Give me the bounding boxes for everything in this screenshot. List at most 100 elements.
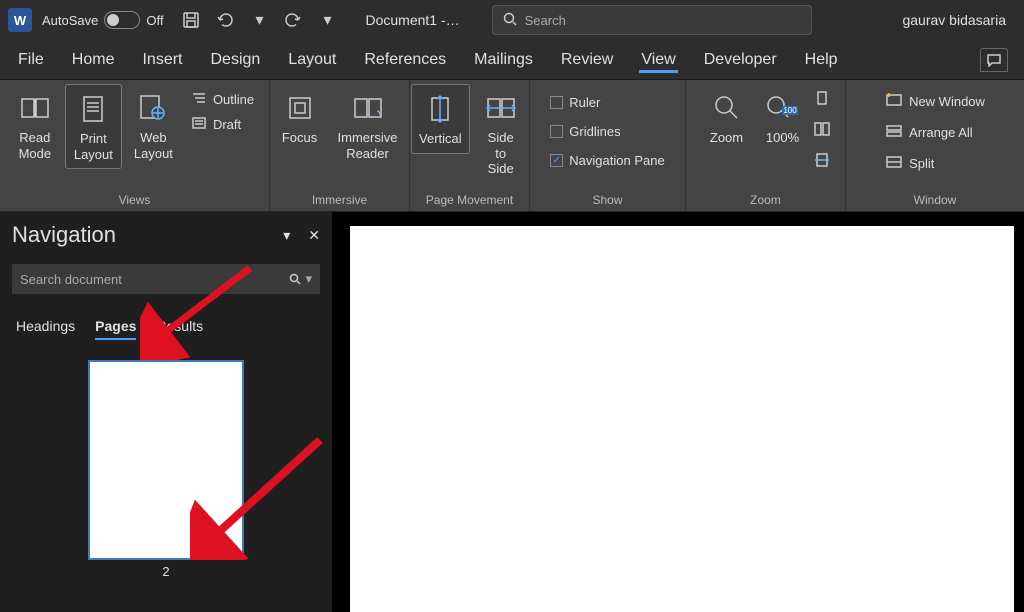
reader-icon [353,90,383,126]
toggle-switch-icon[interactable] [104,11,140,29]
one-page-icon[interactable] [813,90,831,111]
split-label: Split [909,156,934,171]
side-icon [486,90,516,126]
side-to-side-button[interactable]: Side to Side [474,84,528,183]
tab-design[interactable]: Design [208,47,262,73]
search-placeholder: Search [525,13,566,28]
main-area: Navigation ▾ ✕ Search document ▾ Heading… [0,212,1024,612]
page-icon [81,91,105,127]
ruler-label: Ruler [569,95,600,110]
svg-text:100: 100 [783,106,797,115]
tab-help[interactable]: Help [803,47,840,73]
save-icon[interactable] [181,10,201,30]
navigation-title: Navigation [12,222,116,248]
web-layout-button[interactable]: Web Layout [126,84,181,167]
new-window-button[interactable]: New Window [879,90,991,113]
draft-button[interactable]: Draft [185,113,260,136]
zoom-100-label: 100% [766,130,799,146]
search-box[interactable]: Search [492,5,812,35]
focus-button[interactable]: Focus [274,84,326,152]
chevron-down-icon[interactable]: ▾ [249,10,269,30]
window-group-label: Window [852,191,1018,209]
immersive-group-label: Immersive [276,191,403,209]
username-label: gaurav bidasaria [902,12,1016,28]
focus-icon [286,90,314,126]
page-width-icon[interactable] [813,152,831,173]
undo-icon[interactable] [215,10,235,30]
navigation-pane: Navigation ▾ ✕ Search document ▾ Heading… [0,212,332,612]
close-icon[interactable]: ✕ [308,227,320,244]
vertical-button[interactable]: Vertical [411,84,469,154]
split-icon [885,155,903,172]
chevron-down-icon[interactable]: ▾ [283,227,290,244]
page-thumbnail[interactable] [88,360,244,560]
chevron-down-icon[interactable]: ▾ [317,10,337,30]
nav-search-placeholder: Search document [20,272,122,287]
nav-tab-pages[interactable]: Pages [95,318,136,340]
print-layout-label: Print Layout [74,131,113,162]
nav-tabs: Headings Pages Results [12,318,320,340]
ribbon-group-window: New Window Arrange All Split Window [846,80,1024,211]
autosave-toggle[interactable]: AutoSave Off [42,11,163,29]
book-icon [20,90,50,126]
gridlines-checkbox[interactable]: Gridlines [544,121,670,142]
tab-home[interactable]: Home [70,47,117,73]
ribbon-group-views: Read Mode Print Layout Web Layout Outlin… [0,80,270,211]
comments-icon[interactable] [980,48,1008,72]
show-group-label: Show [536,191,679,209]
immersive-reader-label: Immersive Reader [338,130,398,161]
new-window-icon [885,93,903,110]
web-layout-label: Web Layout [134,130,173,161]
tab-view[interactable]: View [639,47,677,73]
menu-bar: File Home Insert Design Layout Reference… [0,40,1024,80]
ribbon-group-page-movement: Vertical Side to Side Page Movement [410,80,530,211]
vertical-label: Vertical [419,131,462,147]
tab-review[interactable]: Review [559,47,615,73]
document-area[interactable] [332,212,1024,612]
print-layout-button[interactable]: Print Layout [65,84,122,169]
ribbon: Read Mode Print Layout Web Layout Outlin… [0,80,1024,212]
draft-label: Draft [213,117,241,132]
tab-references[interactable]: References [362,47,448,73]
checkbox-icon [550,96,563,109]
magnifier-100-icon: 100 [767,90,799,126]
zoom-label: Zoom [710,130,743,146]
read-mode-button[interactable]: Read Mode [9,84,61,167]
draft-icon [191,116,207,133]
search-icon [503,12,517,29]
ruler-checkbox[interactable]: Ruler [544,92,670,113]
views-group-label: Views [6,191,263,209]
globe-icon [139,90,167,126]
nav-tab-results[interactable]: Results [156,318,203,340]
arrange-all-label: Arrange All [909,125,973,140]
zoom-button[interactable]: Zoom [701,84,753,152]
nav-tab-headings[interactable]: Headings [16,318,75,340]
multi-page-icon[interactable] [813,121,831,142]
vertical-icon [428,91,452,127]
document-page[interactable] [350,226,1014,612]
tab-layout[interactable]: Layout [286,47,338,73]
title-bar: W AutoSave Off ▾ ▾ Document1 -… Search g… [0,0,1024,40]
ribbon-group-show: Ruler Gridlines ✓ Navigation Pane Show [530,80,686,211]
redo-icon[interactable] [283,10,303,30]
immersive-reader-button[interactable]: Immersive Reader [330,84,406,167]
page-thumbnails: 2 [12,360,320,579]
tab-developer[interactable]: Developer [702,47,779,73]
word-app-icon: W [8,8,32,32]
tab-mailings[interactable]: Mailings [472,47,535,73]
zoom-100-button[interactable]: 100 100% [757,84,809,152]
search-dropdown-icon[interactable]: ▾ [289,271,312,287]
tab-insert[interactable]: Insert [140,47,184,73]
document-title: Document1 -… [365,12,459,28]
page-number-label: 2 [162,564,169,579]
nav-search-input[interactable]: Search document ▾ [12,264,320,294]
arrange-all-button[interactable]: Arrange All [879,121,991,144]
split-button[interactable]: Split [879,152,991,175]
ribbon-group-zoom: Zoom 100 100% Zoom [686,80,846,211]
navpane-label: Navigation Pane [569,153,664,168]
autosave-state: Off [146,13,163,28]
checkbox-icon [550,125,563,138]
navpane-checkbox[interactable]: ✓ Navigation Pane [544,150,670,171]
tab-file[interactable]: File [16,47,46,73]
outline-button[interactable]: Outline [185,88,260,111]
